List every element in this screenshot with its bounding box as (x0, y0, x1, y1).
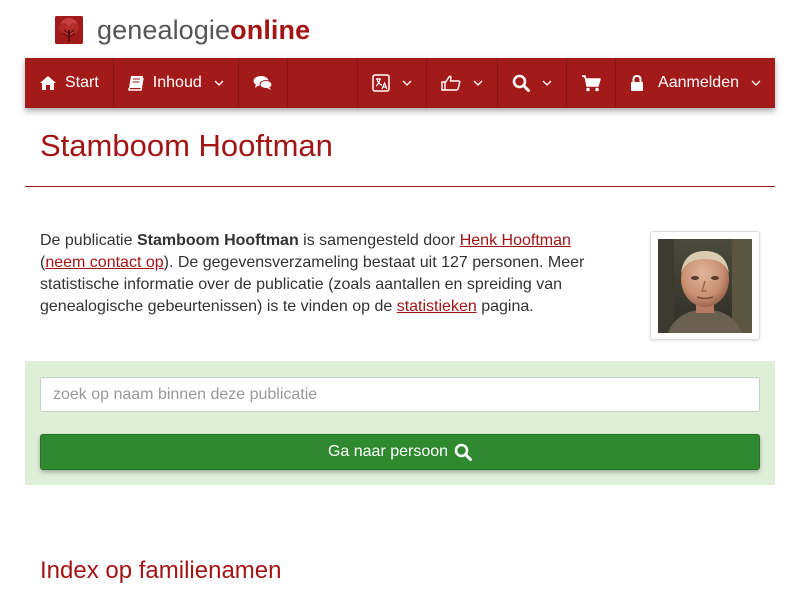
nav-contents[interactable]: Inhoud (114, 58, 239, 108)
chevron-down-icon (542, 80, 552, 86)
nav-spacer (288, 58, 359, 108)
go-to-person-button[interactable]: Ga naar persoon (40, 434, 760, 470)
brand-name: genealogieonline (97, 12, 310, 48)
nav-language[interactable] (358, 58, 428, 108)
nav-contents-label: Inhoud (152, 74, 202, 91)
person-search-input[interactable] (40, 377, 760, 412)
nav-start[interactable]: Start (25, 58, 114, 108)
thumbs-up-icon (441, 75, 461, 91)
search-icon (454, 443, 473, 461)
chevron-down-icon (751, 80, 761, 86)
tree-logo-icon (55, 16, 83, 44)
chevron-down-icon (473, 80, 483, 86)
intro-text: is samengesteld door (298, 232, 460, 249)
search-icon (512, 74, 531, 92)
page-title: Stamboom Hooftman (40, 128, 333, 163)
author-link[interactable]: Henk Hooftman (460, 232, 571, 249)
site-brand[interactable]: genealogieonline (55, 12, 310, 48)
statistics-link[interactable]: statistieken (397, 298, 477, 315)
title-divider (25, 186, 775, 187)
home-icon (39, 75, 57, 91)
comments-icon (253, 75, 273, 91)
chevron-down-icon (402, 80, 412, 86)
nav-start-label: Start (65, 74, 99, 91)
main-navbar: Start Inhoud Aanmelden (25, 58, 775, 108)
person-search-panel: Ga naar persoon (25, 361, 775, 485)
contact-link[interactable]: neem contact op (45, 254, 163, 271)
nav-cart[interactable] (567, 58, 617, 108)
brand-name-bold: online (230, 15, 311, 45)
nav-login-label: Aanmelden (658, 74, 739, 91)
shopping-cart-icon (581, 74, 601, 92)
nav-search[interactable] (498, 58, 568, 108)
nav-login[interactable]: Aanmelden (616, 58, 775, 108)
author-avatar (658, 239, 752, 333)
chevron-down-icon (214, 80, 224, 86)
publication-intro: De publicatie Stamboom Hooftman is samen… (40, 230, 615, 318)
author-photo-frame[interactable] (650, 231, 760, 340)
go-to-person-label: Ga naar persoon (327, 443, 449, 460)
nav-chat[interactable] (239, 58, 288, 108)
surname-index-heading: Index op familienamen (40, 557, 282, 584)
lock-icon (630, 74, 644, 92)
brand-name-light: genealogie (97, 15, 231, 45)
nav-share[interactable] (427, 58, 499, 108)
translate-icon (372, 74, 390, 92)
publication-name: Stamboom Hooftman (136, 232, 299, 249)
book-icon (128, 75, 145, 91)
intro-text: De publicatie (40, 232, 137, 249)
intro-text: pagina. (476, 298, 534, 315)
